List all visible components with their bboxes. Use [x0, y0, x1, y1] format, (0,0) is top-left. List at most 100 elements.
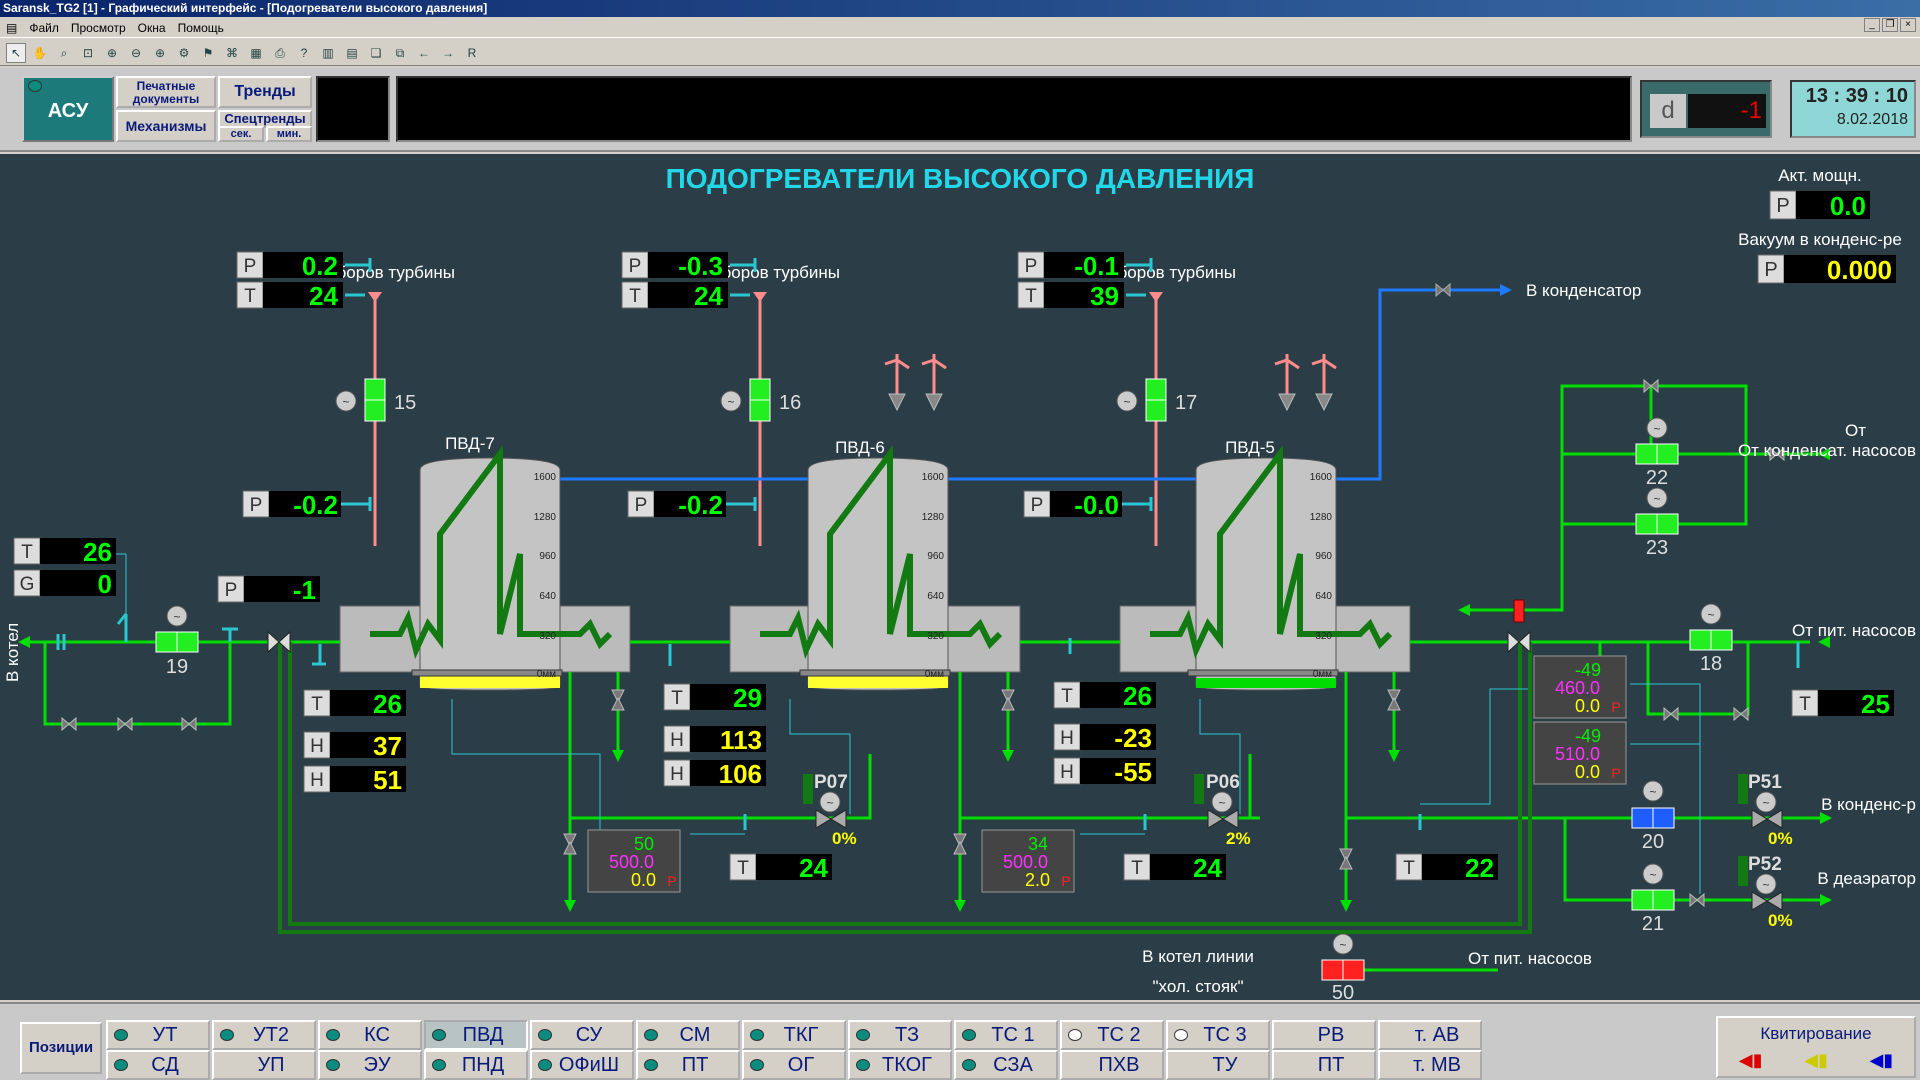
p17-value: -0.1: [1074, 251, 1119, 281]
app-icon[interactable]: ▤: [0, 21, 23, 35]
valve-21[interactable]: ~ 21: [1631, 863, 1675, 935]
hand-icon[interactable]: ✋: [30, 43, 50, 63]
restore-icon[interactable]: ❐: [1882, 18, 1898, 32]
nav-button-row1-8[interactable]: ТС 1: [954, 1020, 1058, 1050]
nav-button-row2-9[interactable]: ПХВ: [1060, 1050, 1164, 1080]
zoom-1-1-icon[interactable]: ⊡: [78, 43, 98, 63]
nav-button-row2-5[interactable]: ПТ: [636, 1050, 740, 1080]
nav-button-row2-11[interactable]: ПТ: [1272, 1050, 1376, 1080]
zoom-in-icon[interactable]: ⊕: [150, 43, 170, 63]
condenser-valve-icon[interactable]: [1435, 282, 1451, 298]
nav-button-row1-7[interactable]: ТЗ: [848, 1020, 952, 1050]
h6a-value: 113: [720, 725, 762, 755]
nav-button-row2-6[interactable]: ОГ: [742, 1050, 846, 1080]
tool-b-icon[interactable]: ⚑: [198, 43, 218, 63]
menu-view[interactable]: Просмотр: [65, 21, 132, 35]
pvd6-vessel[interactable]: [729, 445, 1021, 691]
svg-text:640: 640: [1315, 591, 1332, 602]
cascade-icon[interactable]: ❏: [366, 43, 386, 63]
left-g-value: 0: [98, 569, 112, 599]
nav-button-row1-5[interactable]: СМ: [636, 1020, 740, 1050]
regulator-panel-7[interactable]: 50 500.0 0.0 Р: [587, 829, 681, 893]
reg-valve-r07[interactable]: Р07 ~ 0%: [803, 772, 857, 848]
menu-file[interactable]: Файл: [23, 21, 65, 35]
print-docs-button[interactable]: Печатные документы: [116, 76, 216, 108]
regulator-panel-r1[interactable]: -49 460.0 0.0 Р: [1533, 655, 1627, 719]
minimize-icon[interactable]: _: [1864, 18, 1880, 32]
zoom-fit-icon[interactable]: ⊕: [102, 43, 122, 63]
refresh-r-icon[interactable]: R: [462, 43, 482, 63]
reg-valve-p51[interactable]: Р51 ~ 0%: [1738, 772, 1793, 848]
valve-15[interactable]: ~ 15: [335, 378, 416, 422]
positions-button[interactable]: Позиции: [20, 1022, 102, 1074]
valve-22[interactable]: ~ 22: [1635, 417, 1679, 489]
zoom-out-icon[interactable]: ⊖: [126, 43, 146, 63]
indicator-t7b: T 24: [729, 853, 832, 883]
pp7-value: -0.2: [293, 490, 338, 520]
regulator-panel-r2[interactable]: -49 510.0 0.0 Р: [1533, 721, 1627, 785]
acknowledge-button[interactable]: Квитирование ◀▮ ◀▮ ◀▮: [1716, 1016, 1916, 1078]
valve-23[interactable]: ~ 23: [1635, 487, 1679, 559]
valve-19[interactable]: ~ 19: [155, 605, 199, 678]
alarm-yellow-icon[interactable]: ◀▮: [1804, 1050, 1828, 1071]
grid-icon[interactable]: ▦: [246, 43, 266, 63]
valve-16[interactable]: ~ 16: [720, 378, 801, 422]
nav-button-row2-10[interactable]: ТУ: [1166, 1050, 1270, 1080]
nav-button-row2-2[interactable]: ЭУ: [318, 1050, 422, 1080]
reg-valve-r06[interactable]: Р06 ~ 2%: [1194, 772, 1251, 848]
nav-button-row1-11[interactable]: РВ: [1272, 1020, 1376, 1050]
nav-button-row1-1[interactable]: УТ2: [212, 1020, 316, 1050]
nav-button-row1-4[interactable]: СУ: [530, 1020, 634, 1050]
print-icon[interactable]: ⎙: [270, 43, 290, 63]
nav-status-icon: [326, 1029, 340, 1041]
nav-button-row1-2[interactable]: КС: [318, 1020, 422, 1050]
trends-button[interactable]: Тренды: [218, 76, 312, 108]
tile-horizontal-icon[interactable]: ▤: [342, 43, 362, 63]
valve-20[interactable]: ~ 20: [1631, 780, 1675, 853]
nav-button-row1-9[interactable]: ТС 2: [1060, 1020, 1164, 1050]
tile-vertical-icon[interactable]: ▥: [318, 43, 338, 63]
nav-button-label: ОГ: [787, 1054, 815, 1076]
menu-help[interactable]: Помощь: [172, 21, 230, 35]
nav-button-row1-12[interactable]: т. АВ: [1378, 1020, 1482, 1050]
binoculars-icon[interactable]: ⌘: [222, 43, 242, 63]
svg-text:1600: 1600: [922, 472, 945, 483]
nav-button-row1-10[interactable]: ТС 3: [1166, 1020, 1270, 1050]
nav-button-row1-6[interactable]: ТКГ: [742, 1020, 846, 1050]
valve-17[interactable]: ~ 17: [1116, 378, 1197, 422]
svg-text:P: P: [244, 256, 257, 277]
pointer-icon[interactable]: ↖: [6, 42, 26, 63]
nav-button-row2-12[interactable]: т. МВ: [1378, 1050, 1482, 1080]
forward-icon[interactable]: →: [438, 43, 458, 63]
nav-button-row2-0[interactable]: СД: [106, 1050, 210, 1080]
valve-50[interactable]: ~ 50: [1321, 933, 1365, 1000]
nav-button-row1-3[interactable]: ПВД: [424, 1020, 528, 1050]
menu-windows[interactable]: Окна: [132, 21, 172, 35]
nav-button-row2-4[interactable]: ОФиШ: [530, 1050, 634, 1080]
reg-valve-p52[interactable]: Р52 ~ 0%: [1738, 854, 1793, 930]
t17-value: 39: [1090, 281, 1119, 311]
windows-icon[interactable]: ⧉: [390, 43, 410, 63]
nav-button-label: СУ: [575, 1024, 603, 1046]
nav-button-row2-1[interactable]: УП: [212, 1050, 316, 1080]
back-icon[interactable]: ←: [414, 43, 434, 63]
alarm-blue-icon[interactable]: ◀▮: [1869, 1050, 1893, 1071]
nav-button-row2-8[interactable]: СЗА: [954, 1050, 1058, 1080]
pvd7-vessel[interactable]: [339, 445, 631, 691]
pvd5-vessel[interactable]: [1119, 445, 1411, 691]
help-icon[interactable]: ?: [294, 43, 314, 63]
nav-button-row2-7[interactable]: ТКОГ: [848, 1050, 952, 1080]
svg-text:T: T: [1131, 858, 1143, 879]
tool-a-icon[interactable]: ⚙: [174, 43, 194, 63]
menu-bar: ▤ Файл Просмотр Окна Помощь: [0, 18, 1920, 38]
magnifier-icon[interactable]: ⌕: [54, 43, 74, 63]
close-icon[interactable]: ×: [1900, 18, 1916, 32]
nav-button-row1-0[interactable]: УТ: [106, 1020, 210, 1050]
regulator-panel-6[interactable]: 34 500.0 2.0 Р: [981, 829, 1075, 893]
alarm-red-icon[interactable]: ◀▮: [1739, 1050, 1763, 1071]
valve-18[interactable]: ~ 18: [1689, 603, 1733, 675]
spectrends-sec-button[interactable]: сек.: [218, 126, 264, 142]
mechanisms-button[interactable]: Механизмы: [116, 110, 216, 142]
nav-button-row2-3[interactable]: ПНД: [424, 1050, 528, 1080]
spectrends-min-button[interactable]: мин.: [266, 126, 312, 142]
